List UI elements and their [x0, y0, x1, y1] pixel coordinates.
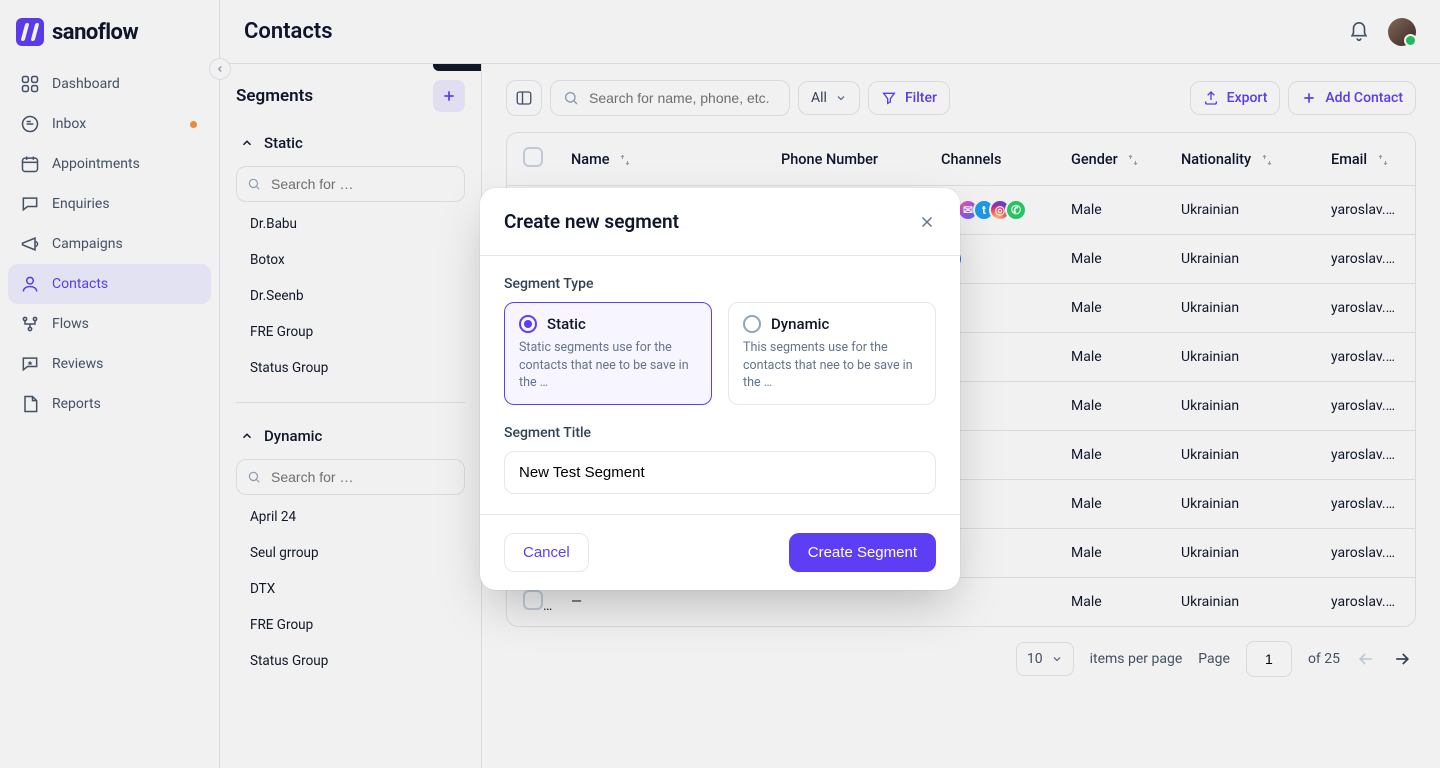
- create-segment-button[interactable]: Create Segment: [789, 533, 936, 572]
- static-desc: Static segments use for the contacts tha…: [519, 339, 697, 392]
- segment-title-input[interactable]: [504, 451, 936, 494]
- segment-type-dynamic[interactable]: Dynamic This segments use for the contac…: [728, 302, 936, 405]
- create-segment-modal: Create new segment Segment Type Static S…: [480, 188, 960, 590]
- segment-type-label: Segment Type: [504, 276, 936, 292]
- modal-title: Create new segment: [504, 210, 679, 233]
- segment-type-static[interactable]: Static Static segments use for the conta…: [504, 302, 712, 405]
- segment-title-label: Segment Title: [504, 425, 936, 441]
- cancel-button[interactable]: Cancel: [504, 533, 589, 572]
- radio-icon: [519, 315, 537, 333]
- dynamic-desc: This segments use for the contacts that …: [743, 339, 921, 392]
- radio-icon: [743, 315, 761, 333]
- app-root: sanoflow Dashboard Inbox Appointments En…: [0, 0, 1440, 768]
- modal-close-button[interactable]: [918, 213, 936, 231]
